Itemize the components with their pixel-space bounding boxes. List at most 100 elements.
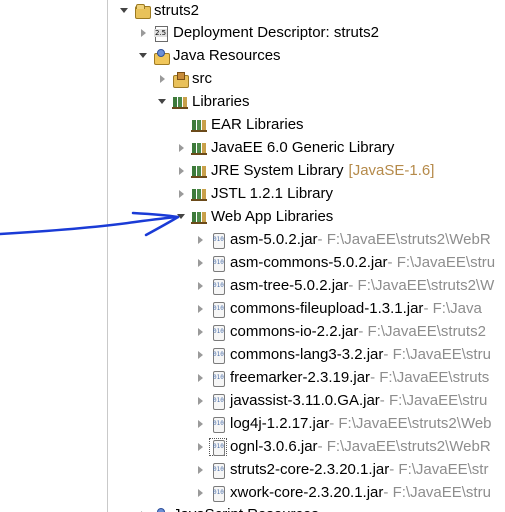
library-icon <box>191 163 207 179</box>
tree-item-javascript-resources[interactable]: JavaScript Resources <box>137 503 319 512</box>
jar-path: - F:\JavaEE\struts2\WebR <box>317 438 491 455</box>
jar-path: - F:\JavaEE\stru <box>383 484 491 501</box>
jar-file-icon <box>210 232 226 249</box>
tree-item-src[interactable]: src <box>156 67 212 90</box>
collapse-arrow-icon[interactable] <box>156 73 168 85</box>
source-folder-icon <box>172 71 189 88</box>
jar-file-icon <box>210 255 226 272</box>
jar-name: commons-fileupload-1.3.1.jar <box>230 300 424 317</box>
jar-name: commons-io-2.2.jar <box>230 323 359 340</box>
tree-item-label: JavaEE 6.0 Generic Library <box>211 139 395 156</box>
tree-item-javaee-library[interactable]: JavaEE 6.0 Generic Library <box>175 136 394 159</box>
tree-item-jar[interactable]: struts2-core-2.3.20.1.jar - F:\JavaEE\st… <box>194 458 488 481</box>
tree-item-jar[interactable]: commons-io-2.2.jar - F:\JavaEE\struts2 <box>194 320 486 343</box>
library-icon <box>191 186 207 202</box>
jar-path: - F:\JavaEE\stru <box>379 392 488 409</box>
jar-file-icon <box>210 324 226 341</box>
tree-item-jstl-library[interactable]: JSTL 1.2.1 Library <box>175 182 333 205</box>
tree-item-label: src <box>192 70 212 87</box>
jar-path: - F:\JavaEE\struts2\Web <box>329 415 492 432</box>
tree-item-project[interactable]: struts2 <box>118 0 199 22</box>
jar-file-icon <box>210 393 226 410</box>
collapse-arrow-icon[interactable] <box>194 234 206 246</box>
jar-path: - F:\JavaEE\stru <box>387 254 496 271</box>
jar-file-icon <box>210 462 226 479</box>
tree-item-libraries[interactable]: Libraries <box>156 90 250 113</box>
collapse-arrow-icon[interactable] <box>194 280 206 292</box>
collapse-arrow-icon[interactable] <box>175 188 187 200</box>
tree-item-jar[interactable]: asm-commons-5.0.2.jar - F:\JavaEE\stru <box>194 251 495 274</box>
collapse-arrow-icon[interactable] <box>194 326 206 338</box>
collapse-arrow-icon[interactable] <box>194 418 206 430</box>
expand-arrow-icon[interactable] <box>156 96 168 108</box>
jar-name: freemarker-2.3.19.jar <box>230 369 371 386</box>
java-resources-icon <box>153 48 170 65</box>
jre-version-decoration: [JavaSE-1.6] <box>348 162 435 179</box>
library-icon <box>191 117 207 133</box>
library-icon <box>172 94 188 110</box>
tree-item-label: Libraries <box>192 93 250 110</box>
jar-file-icon <box>210 416 226 433</box>
tree-item-label: Deployment Descriptor: struts2 <box>173 24 379 41</box>
jar-path: - F:\JavaEE\struts2 <box>358 323 486 340</box>
tree-item-web-app-libraries[interactable]: Web App Libraries <box>175 205 333 228</box>
collapse-arrow-icon[interactable] <box>194 257 206 269</box>
collapse-arrow-icon[interactable] <box>194 487 206 499</box>
expand-arrow-icon[interactable] <box>118 5 130 17</box>
collapse-arrow-icon[interactable] <box>137 27 149 39</box>
tree-item-jar[interactable]: log4j-1.2.17.jar - F:\JavaEE\struts2\Web <box>194 412 492 435</box>
library-icon <box>191 209 207 225</box>
tree-item-java-resources[interactable]: Java Resources <box>137 44 281 67</box>
collapse-arrow-icon[interactable] <box>175 165 187 177</box>
collapse-arrow-icon[interactable] <box>194 395 206 407</box>
jar-file-icon <box>210 370 226 387</box>
tree-item-jar[interactable]: freemarker-2.3.19.jar - F:\JavaEE\struts <box>194 366 489 389</box>
jar-file-icon <box>210 347 226 364</box>
library-icon <box>191 140 207 156</box>
collapse-arrow-icon[interactable] <box>194 464 206 476</box>
jar-file-icon <box>210 301 226 318</box>
jar-path: - F:\JavaEE\struts2\W <box>348 277 495 294</box>
tree-item-deployment-descriptor[interactable]: Deployment Descriptor: struts2 <box>137 21 379 44</box>
tree-item-jar[interactable]: commons-lang3-3.2.jar - F:\JavaEE\stru <box>194 343 491 366</box>
tree-item-label: JSTL 1.2.1 Library <box>211 185 333 202</box>
jar-name: asm-tree-5.0.2.jar <box>230 277 349 294</box>
jar-name: xwork-core-2.3.20.1.jar <box>230 484 384 501</box>
collapse-arrow-icon[interactable] <box>194 372 206 384</box>
jar-name: asm-5.0.2.jar <box>230 231 318 248</box>
jar-file-icon <box>210 278 226 295</box>
tree-item-jar[interactable]: asm-tree-5.0.2.jar - F:\JavaEE\struts2\W <box>194 274 494 297</box>
collapse-arrow-icon[interactable] <box>175 142 187 154</box>
tree-item-label: EAR Libraries <box>211 116 304 133</box>
tree-item-label: Java Resources <box>173 47 281 64</box>
tree-item-jar[interactable]: javassist-3.11.0.GA.jar - F:\JavaEE\stru <box>194 389 487 412</box>
jar-file-icon <box>209 437 227 456</box>
javascript-resources-icon <box>153 507 170 512</box>
tree-item-jar[interactable]: asm-5.0.2.jar - F:\JavaEE\struts2\WebR <box>194 228 491 251</box>
collapse-arrow-icon[interactable] <box>194 349 206 361</box>
jar-file-icon <box>210 485 226 502</box>
collapse-arrow-icon[interactable] <box>194 303 206 315</box>
tree-item-label: struts2 <box>154 2 200 19</box>
jar-name: log4j-1.2.17.jar <box>230 415 330 432</box>
tree-item-jar[interactable]: ognl-3.0.6.jar - F:\JavaEE\struts2\WebR <box>194 435 491 458</box>
tree-item-label: JRE System Library <box>211 162 344 179</box>
collapse-arrow-icon[interactable] <box>137 509 149 512</box>
project-explorer-tree: struts2 Deployment Descriptor: struts2 J… <box>108 0 505 512</box>
jar-path: - F:\JavaEE\struts2\WebR <box>317 231 491 248</box>
jar-name: ognl-3.0.6.jar <box>230 438 318 455</box>
expand-arrow-icon[interactable] <box>175 211 187 223</box>
expand-arrow-icon[interactable] <box>137 50 149 62</box>
jar-name: javassist-3.11.0.GA.jar <box>230 392 380 409</box>
deployment-descriptor-icon <box>153 25 169 42</box>
tree-item-ear-libraries[interactable]: EAR Libraries <box>175 113 304 136</box>
tree-item-jar[interactable]: xwork-core-2.3.20.1.jar - F:\JavaEE\stru <box>194 481 491 504</box>
collapse-arrow-icon[interactable] <box>194 441 206 453</box>
tree-item-jre-library[interactable]: JRE System Library [JavaSE-1.6] <box>175 159 434 182</box>
jar-path: - F:\JavaEE\struts <box>370 369 490 386</box>
jar-name: struts2-core-2.3.20.1.jar <box>230 461 390 478</box>
left-empty-pane <box>0 0 107 512</box>
tree-item-jar[interactable]: commons-fileupload-1.3.1.jar - F:\Java <box>194 297 482 320</box>
web-project-icon <box>134 3 151 19</box>
